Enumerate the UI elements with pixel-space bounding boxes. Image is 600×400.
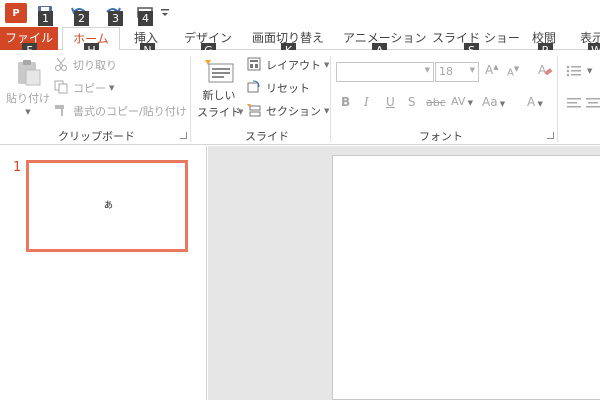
keytip-redo: 3 — [108, 11, 123, 26]
bullets-icon[interactable] — [566, 64, 584, 81]
layout-dropdown-icon: ▼ — [324, 61, 330, 69]
keytip-slideshow: 4 — [138, 11, 153, 26]
grow-font-label: A — [485, 63, 494, 77]
bold-button[interactable]: B — [341, 95, 350, 109]
font-color-button[interactable]: A ▼ — [527, 95, 543, 109]
font-size-combo[interactable]: 18 ▼ — [435, 62, 479, 82]
change-case-label: Aa — [482, 95, 498, 109]
align-center-icon[interactable] — [586, 96, 600, 113]
slides-group-label: スライド — [245, 130, 289, 143]
layout-icon — [247, 57, 263, 73]
customize-qat-icon[interactable] — [158, 2, 172, 24]
reset-label: リセット — [266, 82, 310, 95]
powerpoint-logo-icon: P — [5, 3, 27, 23]
keytip-undo: 2 — [74, 11, 89, 26]
ribbon-home: 貼り付け ▼ 切り取り コピー ▼ 書式のコピー/貼り付け クリップボード 新し… — [0, 50, 600, 145]
keytip-save: 1 — [38, 11, 53, 26]
clipboard-launcher-icon[interactable] — [180, 132, 187, 139]
paste-icon — [18, 60, 41, 86]
layout-button[interactable]: レイアウト ▼ — [247, 57, 329, 73]
powerpoint-window: P 1 2 3 4 ファイル ホーム 挿入 デザイン 画面切り替え アニメーショ… — [0, 0, 600, 400]
reset-button[interactable]: リセット — [247, 80, 310, 96]
align-left-icon[interactable] — [566, 96, 582, 113]
font-launcher-icon[interactable] — [547, 132, 554, 139]
format-painter-button[interactable]: 書式のコピー/貼り付け — [54, 103, 187, 119]
paste-dropdown-icon: ▼ — [25, 108, 31, 116]
svg-text:A: A — [538, 63, 547, 77]
new-slide-dropdown-icon[interactable]: ▼ — [238, 108, 243, 116]
slide-canvas[interactable] — [332, 155, 600, 400]
slide-thumbnail-text: あ — [104, 201, 114, 211]
format-painter-icon — [54, 103, 70, 119]
clipboard-group-label: クリップボード — [58, 130, 135, 143]
slide-thumbnails-pane: 1 あ — [0, 146, 207, 400]
group-separator — [330, 56, 331, 142]
clear-formatting-icon[interactable]: A — [537, 62, 553, 81]
reset-icon — [247, 80, 263, 96]
paste-label: 貼り付け — [6, 92, 50, 105]
character-spacing-label: AV — [451, 95, 466, 108]
shrink-font-button[interactable]: A▼ — [507, 65, 519, 78]
new-slide-icon — [205, 60, 234, 83]
cut-button[interactable]: 切り取り — [54, 57, 117, 73]
change-case-button[interactable]: Aa ▼ — [482, 95, 505, 109]
scissors-icon — [54, 57, 70, 73]
section-label: セクション — [266, 105, 321, 118]
font-name-dropdown-icon: ▼ — [424, 66, 430, 74]
format-painter-label: 書式のコピー/貼り付け — [73, 105, 187, 118]
section-icon — [247, 103, 263, 119]
new-slide-label-1: 新しい — [202, 89, 236, 102]
copy-dropdown-icon: ▼ — [109, 84, 115, 92]
group-separator — [557, 56, 558, 142]
slide-editing-area — [208, 146, 600, 400]
shrink-font-label: A — [507, 67, 514, 79]
layout-label: レイアウト — [266, 59, 321, 72]
copy-label: コピー — [73, 82, 106, 95]
cut-label: 切り取り — [73, 59, 117, 72]
shadow-button[interactable]: S — [408, 95, 416, 109]
grow-font-button[interactable]: A▲ — [485, 63, 499, 77]
character-spacing-button[interactable]: AV ▼ — [451, 95, 473, 108]
section-button[interactable]: セクション ▼ — [247, 103, 329, 119]
font-color-label: A — [527, 95, 536, 109]
quick-access-toolbar: P 1 2 3 4 — [0, 0, 600, 27]
new-slide-label-2: スライド — [197, 106, 241, 119]
underline-button[interactable]: U — [386, 95, 395, 109]
new-slide-button[interactable]: 新しい スライド — [197, 58, 241, 120]
italic-button[interactable]: I — [364, 95, 369, 109]
group-separator — [190, 56, 191, 142]
bullets-dropdown-icon[interactable]: ▼ — [587, 67, 592, 75]
font-size-value: 18 — [439, 65, 453, 78]
slide-number: 1 — [13, 160, 22, 175]
copy-button[interactable]: コピー ▼ — [54, 80, 114, 96]
font-group-label: フォント — [419, 130, 463, 143]
font-size-dropdown-icon: ▼ — [469, 66, 475, 74]
paste-button[interactable]: 貼り付け ▼ — [6, 58, 50, 116]
copy-icon — [54, 80, 70, 96]
slide-thumbnail[interactable]: あ — [26, 160, 188, 252]
strikethrough-button[interactable]: abc — [426, 96, 446, 109]
font-name-combo[interactable]: ▼ — [336, 62, 434, 82]
section-dropdown-icon: ▼ — [324, 107, 330, 115]
